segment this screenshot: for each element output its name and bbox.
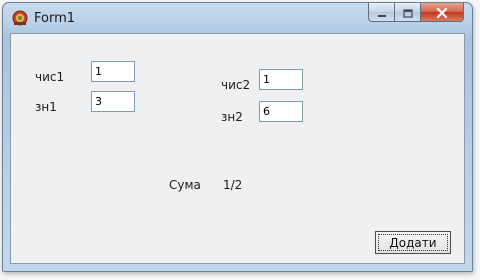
- close-button[interactable]: [421, 3, 464, 22]
- add-button[interactable]: Додати: [375, 231, 451, 254]
- maximize-icon: [402, 3, 413, 22]
- sum-value: 1/2: [223, 178, 243, 192]
- zn2-input[interactable]: [259, 101, 303, 122]
- form1-window: Form1 чис1 зн1 чис2: [2, 2, 473, 272]
- add-button-label: Додати: [389, 235, 437, 250]
- zn2-label: зн2: [221, 110, 243, 124]
- zn1-input[interactable]: [91, 91, 135, 112]
- minimize-icon: [377, 3, 387, 22]
- caption-buttons: [368, 3, 464, 23]
- window-title: Form1: [34, 11, 76, 26]
- minimize-button[interactable]: [368, 3, 395, 22]
- chys2-label: чис2: [221, 78, 251, 92]
- zn1-label: зн1: [35, 100, 57, 114]
- chys2-input[interactable]: [259, 69, 303, 90]
- maximize-button[interactable]: [395, 3, 421, 22]
- chys1-input[interactable]: [91, 61, 135, 82]
- close-icon: [436, 3, 448, 22]
- form-client-area: чис1 зн1 чис2 зн2 Сума 1/2 Додати: [10, 33, 465, 264]
- sum-label: Сума: [169, 178, 201, 192]
- chys1-label: чис1: [35, 70, 65, 84]
- app-icon[interactable]: [12, 10, 28, 26]
- title-bar[interactable]: Form1: [3, 3, 472, 33]
